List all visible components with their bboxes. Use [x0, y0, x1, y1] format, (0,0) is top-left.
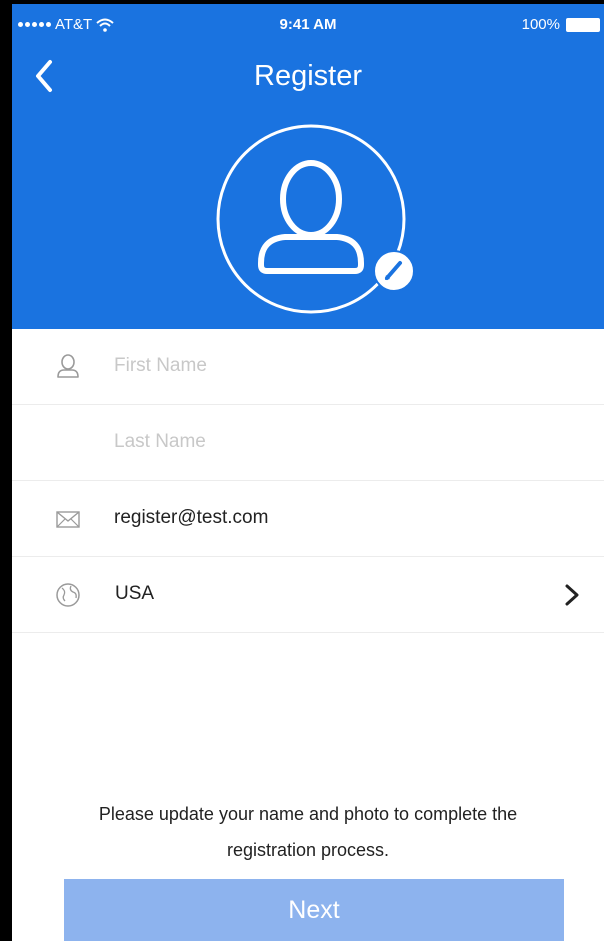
header: AT&T 9:41 AM 100% Register: [12, 4, 604, 329]
last-name-input[interactable]: [114, 427, 514, 457]
email-row: [12, 481, 604, 557]
first-name-input[interactable]: [114, 351, 514, 381]
page-title: Register: [254, 60, 362, 92]
country-value: USA: [115, 583, 155, 604]
country-row[interactable]: USA: [12, 557, 604, 633]
person-icon: [57, 354, 79, 378]
edit-pencil-icon[interactable]: [372, 249, 416, 293]
battery-icon: [566, 17, 600, 32]
info-message: Please update your name and photo to com…: [98, 804, 518, 860]
battery-percent: 100%: [521, 16, 560, 33]
email-input[interactable]: [114, 503, 514, 533]
first-name-row: [12, 329, 604, 405]
status-right: 100%: [522, 16, 600, 33]
status-time: 9:41 AM: [279, 16, 337, 33]
last-name-row: [12, 405, 604, 481]
globe-icon: [56, 583, 80, 607]
register-form: USA: [12, 329, 604, 633]
status-bar: AT&T 9:41 AM 100%: [12, 4, 604, 44]
envelope-icon: [56, 511, 80, 528]
chevron-right-icon: [565, 584, 579, 606]
next-button[interactable]: Next: [64, 879, 564, 941]
phone-screen: AT&T 9:41 AM 100% Register First Name La…: [12, 4, 604, 941]
